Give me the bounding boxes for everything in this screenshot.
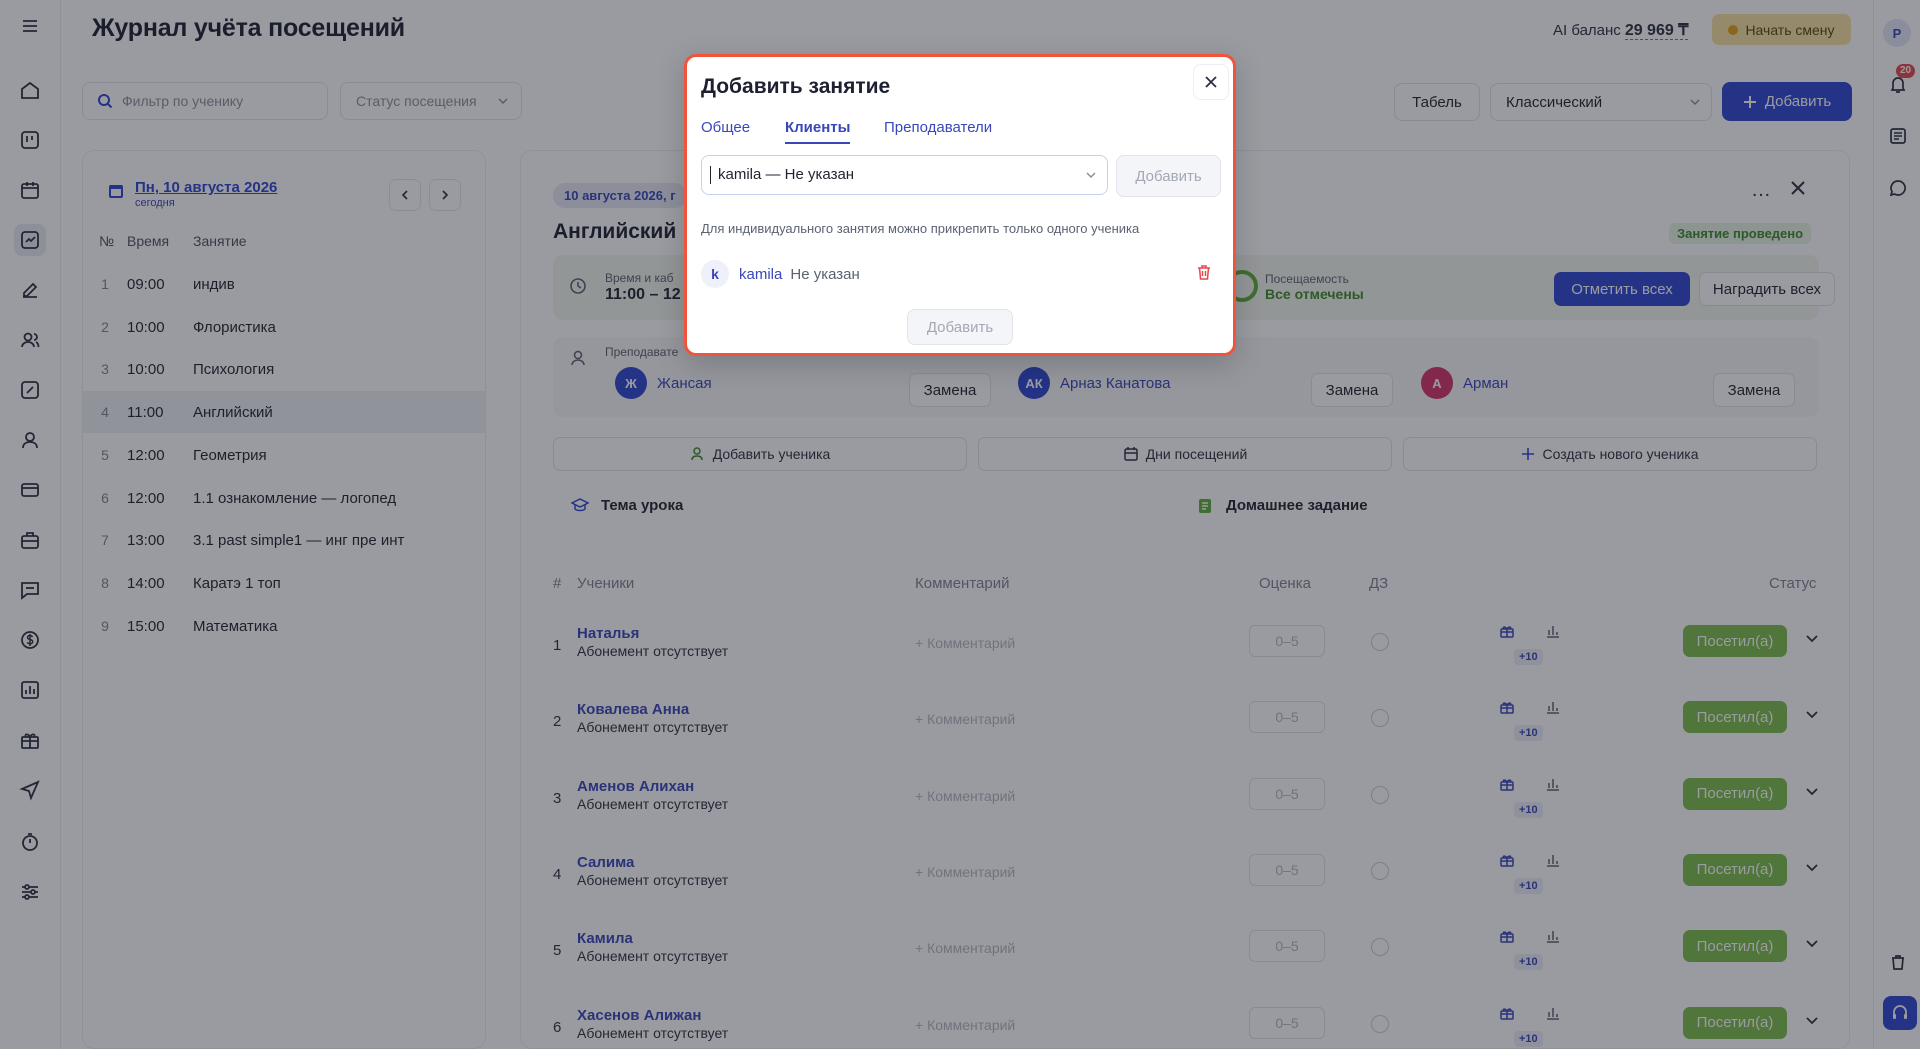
individual-lesson-hint: Для индивидуального занятия можно прикре… xyxy=(701,221,1140,236)
tab-teachers[interactable]: Преподаватели xyxy=(884,119,992,142)
chevron-down-icon xyxy=(1085,169,1097,181)
client-status: Не указан xyxy=(790,265,860,283)
modal-close-button[interactable] xyxy=(1193,64,1229,100)
add-client-button[interactable]: Добавить xyxy=(1116,155,1221,197)
tab-general[interactable]: Общее xyxy=(701,119,750,142)
modal-add-button[interactable]: Добавить xyxy=(907,309,1013,345)
text-cursor xyxy=(710,166,711,185)
attached-client: k kamila Не указан xyxy=(701,260,860,288)
client-name[interactable]: kamila xyxy=(739,266,782,283)
client-select-value: kamila — Не указан xyxy=(718,165,855,183)
client-select[interactable]: kamila — Не указан xyxy=(701,155,1108,195)
remove-client-icon[interactable] xyxy=(1195,263,1213,286)
tab-clients[interactable]: Клиенты xyxy=(785,119,851,144)
add-lesson-modal: Добавить занятие Общее Клиенты Преподава… xyxy=(684,54,1236,356)
close-icon xyxy=(1204,75,1218,89)
modal-title: Добавить занятие xyxy=(701,75,891,98)
client-avatar: k xyxy=(701,260,729,288)
